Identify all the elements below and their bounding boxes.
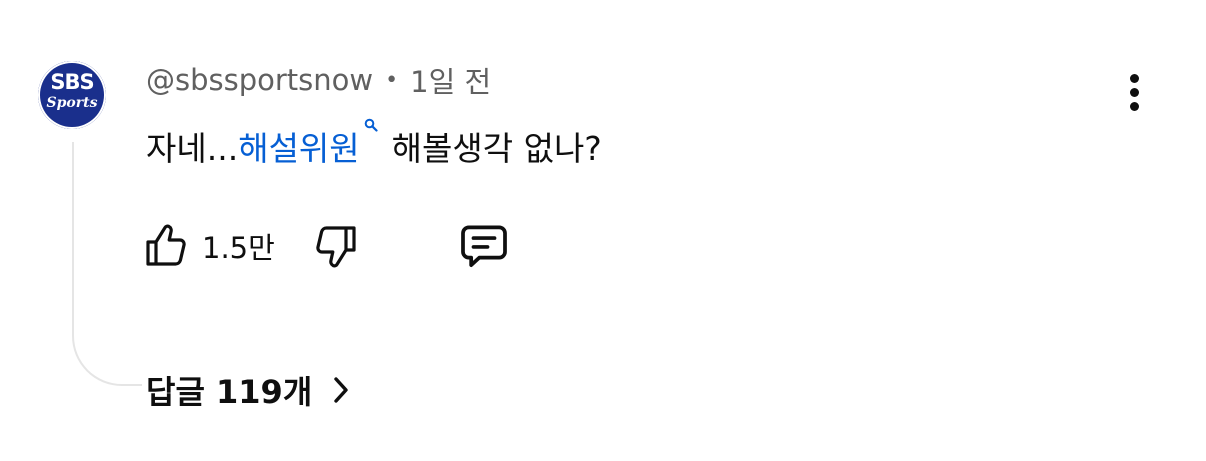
more-options-button[interactable] — [1114, 68, 1154, 116]
reply-button[interactable] — [456, 218, 512, 274]
thread-connector-line — [72, 142, 142, 386]
thumbs-down-icon — [316, 226, 356, 268]
separator-dot: • — [385, 67, 399, 93]
avatar-logo-sbs: SBS — [50, 70, 94, 94]
comment-timestamp[interactable]: 1일 전 — [410, 59, 491, 101]
comment-actions: 1.5만 — [142, 218, 542, 274]
dislike-button[interactable] — [312, 218, 360, 274]
comment-text-after: 해볼생각 없나? — [391, 129, 602, 168]
like-button[interactable]: 1.5만 — [142, 218, 275, 274]
author-handle[interactable]: @sbssportsnow — [146, 63, 373, 97]
comment-icon — [461, 225, 507, 267]
search-link-label: 해설위원 — [238, 129, 360, 168]
comment-text-before: 자네... — [146, 129, 239, 168]
more-vertical-icon-dot-1 — [1129, 73, 1139, 83]
more-vertical-icon-dot-3 — [1129, 101, 1139, 111]
thumbs-up-icon — [146, 224, 186, 266]
view-replies-button[interactable]: 답글 119개 — [146, 366, 350, 414]
chevron-right-icon — [334, 377, 348, 403]
comment-body: 자네... 해설위원 해볼생각 없나? — [146, 118, 602, 170]
replies-label: 답글 119개 — [146, 373, 313, 411]
avatar[interactable]: SBS Sports — [38, 61, 106, 129]
more-vertical-icon-dot-2 — [1129, 87, 1139, 97]
like-count: 1.5만 — [202, 231, 275, 265]
search-icon — [364, 118, 378, 132]
avatar-logo-sports: Sports — [46, 95, 98, 111]
search-link[interactable]: 해설위원 — [238, 118, 378, 170]
comment-thread: SBS Sports @sbssportsnow • 1일 전 자네... 해설… — [0, 0, 1206, 461]
comment-header: @sbssportsnow • 1일 전 — [146, 60, 491, 100]
